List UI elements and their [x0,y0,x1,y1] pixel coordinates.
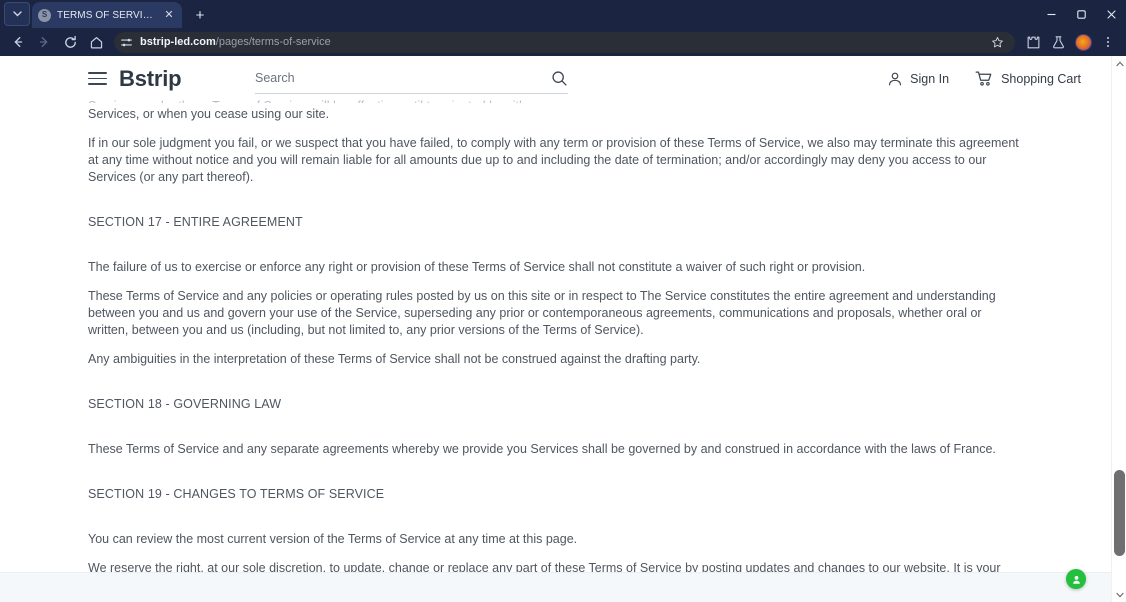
chevron-down-icon [12,11,22,17]
search-box[interactable] [255,69,568,94]
sign-in-label: Sign In [910,71,950,86]
minimize-button[interactable] [1036,0,1066,28]
forward-arrow-icon [39,36,48,48]
new-tab-button[interactable]: + [187,3,213,27]
support-agent-icon [1072,575,1080,584]
scroll-down-arrow[interactable] [1112,587,1126,602]
back-button[interactable] [6,30,30,54]
url-path: /pages/terms-of-service [215,36,331,48]
url-host: bstrip-led.com [140,36,216,48]
hamburger-menu-icon[interactable] [88,72,107,85]
search-icon [551,70,567,86]
user-icon [887,71,903,87]
shopping-cart-label: Shopping Cart [1001,71,1081,86]
clipped-text-line: Services, under these Terms of Service, … [88,98,1023,103]
tune-icon[interactable] [120,36,133,49]
scrollbar-thumb[interactable] [1114,470,1125,556]
cart-icon [975,70,994,87]
header-actions: Sign In Shopping Cart [887,56,1081,101]
home-button[interactable] [84,30,108,54]
back-arrow-icon [14,36,23,48]
close-icon [1106,9,1116,19]
shopping-cart-link[interactable]: Shopping Cart [975,70,1081,87]
tab-search-button[interactable] [4,2,30,26]
body-paragraph: Any ambiguities in the interpretation of… [88,352,701,366]
window-controls [1036,0,1126,28]
browser-menu-button[interactable] [1096,30,1120,54]
document-blocks: Services, or when you cease using our si… [88,106,1023,602]
browser-toolbar: bstrip-led.com/pages/terms-of-service [0,28,1126,56]
body-paragraph: The failure of us to exercise or enforce… [88,260,866,274]
star-icon [991,36,1003,47]
extensions-button[interactable] [1021,30,1045,54]
site-footer [0,572,1111,602]
body-paragraph: These Terms of Service and any separate … [88,442,996,456]
search-button[interactable] [550,69,568,87]
site-header: Bstrip Search Sign In Shopping Cart [0,56,1111,101]
home-icon [90,36,102,48]
close-window-button[interactable] [1096,0,1126,28]
address-bar[interactable]: bstrip-led.com/pages/terms-of-service [114,31,1015,53]
profile-button[interactable] [1071,30,1095,54]
tab-title: TERMS OF SERVICE [57,9,156,21]
extensions-puzzle-icon [1027,36,1039,48]
maximize-icon [1076,9,1086,19]
section-heading: SECTION 19 - CHANGES TO TERMS OF SERVICE [88,487,385,501]
sign-in-link[interactable]: Sign In [887,71,949,87]
body-paragraph: You can review the most current version … [88,532,578,546]
page-viewport: Bstrip Search Sign In Shopping Cart Serv… [0,56,1126,602]
forward-button[interactable] [32,30,56,54]
labs-button[interactable] [1046,30,1070,54]
page-scrollbar[interactable] [1111,56,1126,602]
browser-tab[interactable]: S TERMS OF SERVICE ✕ [32,2,182,28]
body-paragraph: Services, or when you cease using our si… [88,107,330,121]
body-paragraph: These Terms of Service and any policies … [88,289,996,337]
support-chat-button[interactable] [1066,569,1086,589]
minimize-icon [1047,13,1055,15]
scroll-up-arrow[interactable] [1112,56,1126,71]
bookmark-button[interactable] [987,32,1007,52]
section-heading: SECTION 17 - ENTIRE AGREEMENT [88,215,303,229]
section-heading: SECTION 18 - GOVERNING LAW [88,397,282,411]
address-bar-url: bstrip-led.com/pages/terms-of-service [140,36,980,48]
toolbar-actions [1021,30,1120,54]
tab-strip: S TERMS OF SERVICE ✕ + [0,0,1126,28]
reload-button[interactable] [58,30,82,54]
site-logo[interactable]: Bstrip [119,66,182,92]
profile-avatar [1074,33,1092,51]
search-input[interactable] [255,71,550,85]
flask-icon [1052,35,1064,48]
body-paragraph: If in our sole judgment you fail, or we … [88,136,1019,184]
terms-of-service-content: Services, under these Terms of Service, … [0,98,1111,602]
tab-close-button[interactable]: ✕ [162,8,176,22]
brand-group: Bstrip [88,66,182,92]
tab-favicon-icon: S [38,8,51,22]
three-dot-menu-icon [1107,37,1109,47]
browser-window: S TERMS OF SERVICE ✕ + bstrip-led.com/pa… [0,0,1126,602]
web-page: Bstrip Search Sign In Shopping Cart Serv… [0,56,1111,602]
maximize-button[interactable] [1066,0,1096,28]
reload-icon [64,35,76,48]
